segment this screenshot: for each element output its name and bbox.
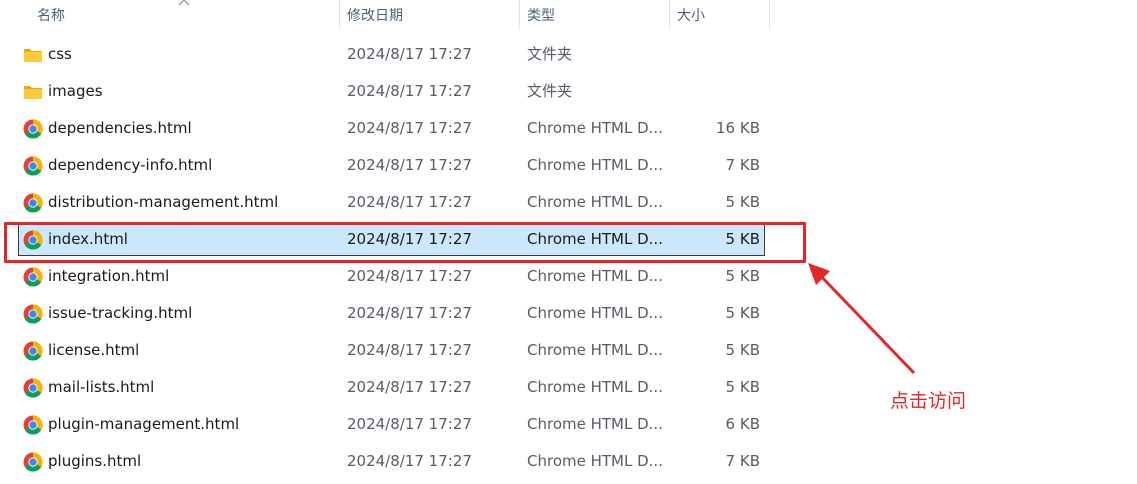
file-modified: 2024/8/17 17:27	[347, 415, 472, 433]
file-size: 6 KB	[725, 415, 760, 433]
file-modified: 2024/8/17 17:27	[347, 82, 472, 100]
file-size: 7 KB	[725, 452, 760, 470]
chrome-icon	[23, 193, 43, 213]
file-row[interactable]: dependencies.html 2024/8/17 17:27 Chrome H…	[18, 112, 765, 145]
annotation-label: 点击访问	[890, 390, 967, 412]
file-row[interactable]: license.html 2024/8/17 17:27 Chrome HTML D…	[18, 334, 765, 367]
column-divider[interactable]	[769, 0, 770, 30]
file-name: dependencies.html	[48, 119, 192, 137]
file-type: Chrome HTML D...	[527, 341, 663, 359]
file-type: Chrome HTML D...	[527, 119, 663, 137]
file-type: Chrome HTML D...	[527, 378, 663, 396]
file-name: dependency-info.html	[48, 156, 213, 174]
chrome-icon	[23, 119, 43, 139]
file-modified: 2024/8/17 17:27	[347, 452, 472, 470]
file-type: Chrome HTML D...	[527, 267, 663, 285]
chrome-icon	[23, 304, 43, 324]
file-name: integration.html	[48, 267, 170, 285]
chrome-icon	[23, 378, 43, 398]
annotation-highlight-box	[4, 222, 806, 263]
file-row[interactable]: images 2024/8/17 17:27 文件夹	[18, 75, 765, 108]
file-name: license.html	[48, 341, 140, 359]
file-modified: 2024/8/17 17:27	[347, 45, 472, 63]
file-size: 5 KB	[725, 193, 760, 211]
header-name[interactable]: 名称	[29, 0, 339, 34]
column-header: 名称 修改日期 类型 大小	[0, 0, 770, 34]
file-size: 7 KB	[725, 156, 760, 174]
chrome-icon	[23, 341, 43, 361]
file-size: 5 KB	[725, 378, 760, 396]
folder-icon	[23, 45, 43, 65]
file-row[interactable]: mail-lists.html 2024/8/17 17:27 Chrome HTM…	[18, 371, 765, 404]
header-modified[interactable]: 修改日期	[339, 0, 519, 34]
file-type: Chrome HTML D...	[527, 193, 663, 211]
file-row[interactable]: distribution-management.html 2024/8/17 17…	[18, 186, 765, 219]
file-name: issue-tracking.html	[48, 304, 193, 322]
file-size: 5 KB	[725, 267, 760, 285]
file-type: 文件夹	[527, 82, 573, 100]
file-name: mail-lists.html	[48, 378, 155, 396]
file-modified: 2024/8/17 17:27	[347, 378, 472, 396]
chrome-icon	[23, 267, 43, 287]
file-name: images	[48, 82, 103, 100]
file-name: distribution-management.html	[48, 193, 279, 211]
file-name: plugins.html	[48, 452, 142, 470]
file-row[interactable]: css 2024/8/17 17:27 文件夹	[18, 38, 765, 71]
file-type: Chrome HTML D...	[527, 156, 663, 174]
header-type[interactable]: 类型	[519, 0, 669, 34]
file-size: 16 KB	[716, 119, 760, 137]
file-type: Chrome HTML D...	[527, 304, 663, 322]
file-modified: 2024/8/17 17:27	[347, 267, 472, 285]
chrome-icon	[23, 156, 43, 176]
file-modified: 2024/8/17 17:27	[347, 156, 472, 174]
file-type: 文件夹	[527, 45, 573, 63]
file-row[interactable]: dependency-info.html 2024/8/17 17:27 Chrom…	[18, 149, 765, 182]
file-modified: 2024/8/17 17:27	[347, 193, 472, 211]
file-explorer: 名称 修改日期 类型 大小 css 2024/8/17 17:27 文件夹 image…	[0, 0, 1137, 484]
file-type: Chrome HTML D...	[527, 452, 663, 470]
file-name: css	[48, 45, 72, 63]
file-type: Chrome HTML D...	[527, 415, 663, 433]
file-size: 5 KB	[725, 304, 760, 322]
file-modified: 2024/8/17 17:27	[347, 341, 472, 359]
chrome-icon	[23, 415, 43, 435]
folder-icon	[23, 82, 43, 102]
annotation-arrow-icon	[808, 263, 916, 375]
file-name: plugin-management.html	[48, 415, 240, 433]
file-row[interactable]: plugins.html 2024/8/17 17:27 Chrome HTML D…	[18, 445, 765, 478]
file-row[interactable]: issue-tracking.html 2024/8/17 17:27 Chrome…	[18, 297, 765, 330]
chrome-icon	[23, 452, 43, 472]
header-size[interactable]: 大小	[669, 0, 769, 34]
file-modified: 2024/8/17 17:27	[347, 119, 472, 137]
file-row[interactable]: integration.html 2024/8/17 17:27 Chrome HT…	[18, 260, 765, 293]
file-modified: 2024/8/17 17:27	[347, 304, 472, 322]
file-row[interactable]: plugin-management.html 2024/8/17 17:27 Chr…	[18, 408, 765, 441]
file-size: 5 KB	[725, 341, 760, 359]
